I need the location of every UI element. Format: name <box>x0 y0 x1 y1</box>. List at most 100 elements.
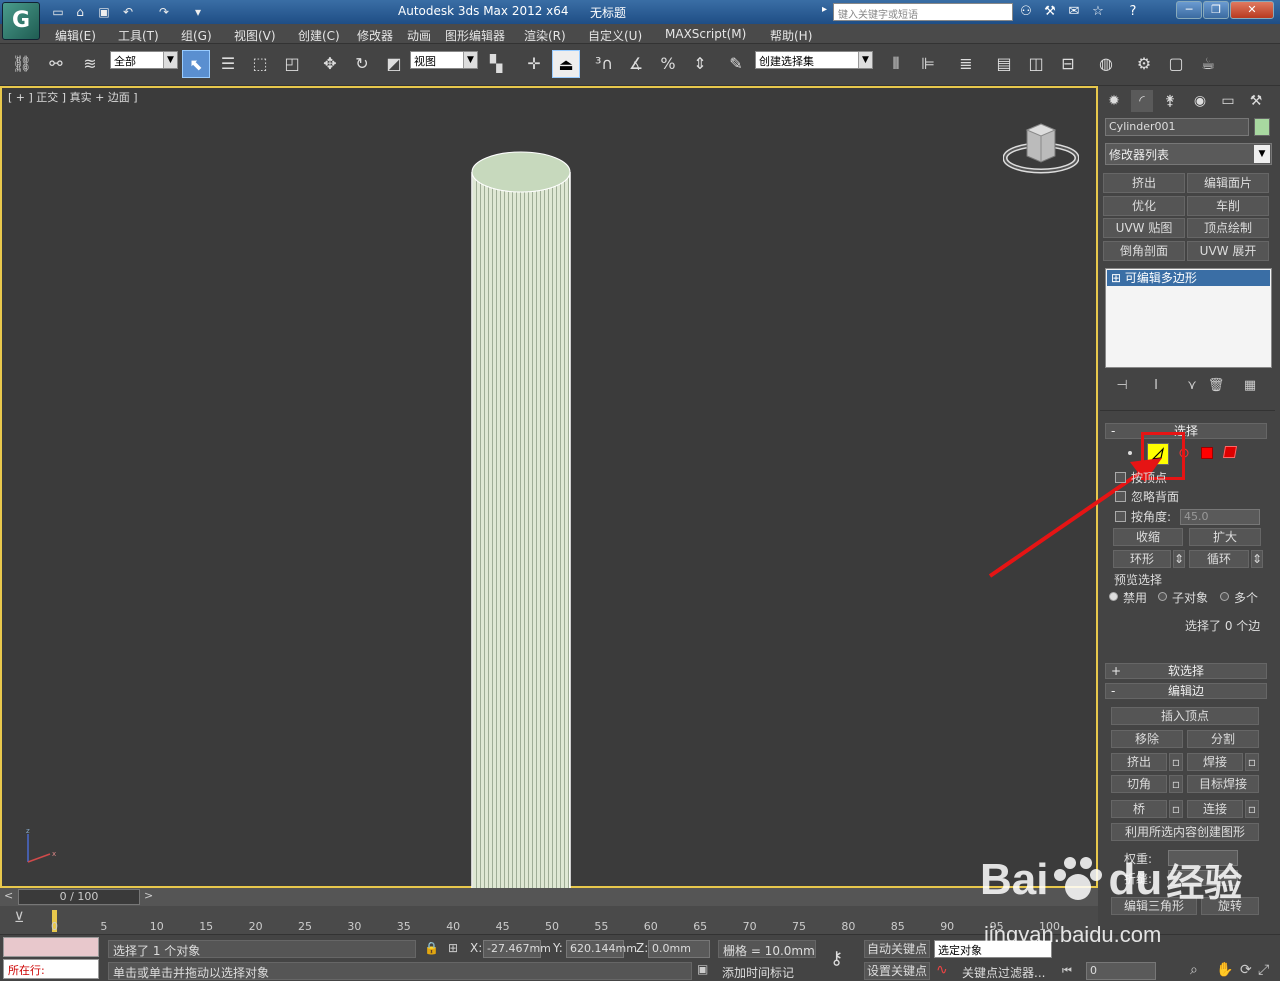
reference-coordinate-select[interactable]: 视图 ▼ <box>410 51 478 69</box>
pin-stack-icon[interactable]: ⊣ <box>1112 376 1132 396</box>
modifier-vertex-paint-button[interactable]: 顶点绘制 <box>1187 218 1269 238</box>
ring-button[interactable]: 环形 <box>1113 550 1171 568</box>
menu-customize[interactable]: 自定义(U) <box>588 27 642 44</box>
by-vertex-checkbox[interactable] <box>1115 472 1126 483</box>
snaps-toggle-icon[interactable]: ³∩ <box>590 50 618 78</box>
select-by-name-icon[interactable]: ☰ <box>214 50 242 78</box>
by-angle-checkbox[interactable] <box>1115 511 1126 522</box>
menu-create[interactable]: 创建(C) <box>298 27 340 44</box>
redo-icon[interactable]: ↷ <box>156 4 172 20</box>
weld-settings-icon[interactable]: ▫ <box>1245 753 1259 771</box>
configure-modifier-sets-icon[interactable]: ▦ <box>1240 376 1260 396</box>
modifier-bevel-profile-button[interactable]: 倒角剖面 <box>1103 241 1185 261</box>
select-and-rotate-icon[interactable]: ↻ <box>348 50 376 78</box>
utilities-tab-icon[interactable]: ⚒ <box>1245 90 1267 112</box>
preview-off-radio[interactable] <box>1109 592 1118 601</box>
set-key-button[interactable]: 设置关键点 <box>864 962 930 980</box>
x-coord-field[interactable]: -27.467mm <box>483 940 551 958</box>
modifier-optimize-button[interactable]: 优化 <box>1103 196 1185 216</box>
maximize-viewport-icon[interactable]: ⤢ <box>1258 962 1269 978</box>
undo-icon[interactable]: ↶ <box>120 4 136 20</box>
subscription-icon[interactable]: ⚒ <box>1041 3 1059 21</box>
spinner-snap-icon[interactable]: ⇕ <box>686 50 714 78</box>
maxscript-line-field[interactable]: 所在行: <box>3 959 99 979</box>
selection-filter-select[interactable]: 全部 ▼ <box>110 51 178 69</box>
named-selection-select[interactable]: 创建选择集 ▼ <box>755 51 873 69</box>
quick-access-dropdown-icon[interactable]: ▾ <box>190 4 206 20</box>
menu-tools[interactable]: 工具(T) <box>118 27 159 44</box>
target-weld-button[interactable]: 目标焊接 <box>1187 775 1259 793</box>
create-shape-button[interactable]: 利用所选内容创建图形 <box>1111 823 1259 841</box>
connect-settings-icon[interactable]: ▫ <box>1245 800 1259 818</box>
hierarchy-tab-icon[interactable]: ⚵ <box>1159 90 1181 112</box>
insert-vertex-button[interactable]: 插入顶点 <box>1111 707 1259 725</box>
modifier-list-select[interactable]: 修改器列表 ▼ <box>1105 143 1272 165</box>
current-frame-field[interactable]: 0 <box>1086 962 1156 980</box>
remove-modifier-icon[interactable]: 🗑 <box>1206 376 1226 396</box>
maxscript-listener-input[interactable] <box>3 937 99 957</box>
app-logo-icon[interactable]: G <box>2 2 40 40</box>
rectangle-selection-icon[interactable]: ⬚ <box>246 50 274 78</box>
y-coord-field[interactable]: 620.144mm <box>566 940 637 958</box>
material-editor-icon[interactable]: ◍ <box>1092 50 1120 78</box>
time-slider-thumb[interactable]: 0 / 100 <box>18 889 140 905</box>
menu-animation[interactable]: 动画 <box>407 27 431 44</box>
zoom-icon[interactable]: ⌕ <box>1190 962 1198 978</box>
ring-spinner[interactable]: ⇕ <box>1173 550 1185 568</box>
maximize-button[interactable]: ❐ <box>1203 1 1229 19</box>
create-tab-icon[interactable]: ✹ <box>1103 90 1125 112</box>
minimize-button[interactable]: ─ <box>1176 1 1202 19</box>
angle-snap-icon[interactable]: ∡ <box>622 50 650 78</box>
close-button[interactable]: ✕ <box>1230 1 1274 19</box>
polygon-mode-icon[interactable] <box>1201 447 1213 459</box>
add-time-tag-button[interactable]: 添加时间标记 <box>722 964 794 981</box>
grow-button[interactable]: 扩大 <box>1189 528 1261 546</box>
select-object-icon[interactable]: ⬉ <box>182 50 210 78</box>
soft-selection-rollout-header[interactable]: + 软选择 <box>1105 663 1267 679</box>
menu-modifiers[interactable]: 修改器 <box>357 27 393 44</box>
split-button[interactable]: 分割 <box>1187 730 1259 748</box>
rendered-frame-window-icon[interactable]: ▢ <box>1162 50 1190 78</box>
graphite-ribbon-icon[interactable]: ▤ <box>990 50 1018 78</box>
chamfer-settings-icon[interactable]: ▫ <box>1169 775 1183 793</box>
expand-icon[interactable]: ⊞ <box>1111 271 1125 285</box>
select-and-manipulate-icon[interactable]: ✛ <box>520 50 548 78</box>
lock-icon[interactable]: 🔒 <box>424 941 439 955</box>
cylinder-object[interactable] <box>460 140 584 888</box>
time-next-icon[interactable]: > <box>144 889 153 902</box>
preview-multi-radio[interactable] <box>1220 592 1229 601</box>
menu-rendering[interactable]: 渲染(R) <box>524 27 566 44</box>
select-and-move-icon[interactable]: ✥ <box>316 50 344 78</box>
modifier-edit-patch-button[interactable]: 编辑面片 <box>1187 173 1269 193</box>
viewport-label[interactable]: [ + ] 正交 ] 真实 + 边面 ] <box>8 89 138 105</box>
chamfer-button[interactable]: 切角 <box>1111 775 1167 793</box>
orbit-icon[interactable]: ⟳ <box>1240 962 1252 978</box>
curve-editor-icon[interactable]: ◫ <box>1022 50 1050 78</box>
unlink-icon[interactable]: ⚯ <box>42 50 70 78</box>
curve-editor-mini-icon[interactable]: ⊻ <box>14 910 24 926</box>
favorites-icon[interactable]: ☆ <box>1089 3 1107 21</box>
modifier-uvw-map-button[interactable]: UVW 贴图 <box>1103 218 1185 238</box>
communication-icon[interactable]: ✉ <box>1065 3 1083 21</box>
pan-icon[interactable]: ✋ <box>1216 962 1233 978</box>
key-filters-button[interactable]: 关键点过滤器... <box>962 964 1045 981</box>
render-production-icon[interactable]: ☕ <box>1194 50 1222 78</box>
new-file-icon[interactable]: ▭ <box>50 4 66 20</box>
pivot-point-icon[interactable]: ▚ <box>482 50 510 78</box>
selection-rollout-header[interactable]: - 选择 <box>1105 423 1267 439</box>
menu-maxscript[interactable]: MAXScript(M) <box>665 27 746 41</box>
select-and-link-icon[interactable]: ⛓ <box>8 50 36 78</box>
stack-item-editable-poly[interactable]: ⊞ 可编辑多边形 <box>1107 270 1270 286</box>
angle-spinner[interactable]: 45.0 <box>1180 509 1260 525</box>
select-and-scale-icon[interactable]: ◩ <box>380 50 408 78</box>
save-icon[interactable]: ▣ <box>96 4 112 20</box>
help-icon[interactable]: ? <box>1124 3 1142 21</box>
search-expand-icon[interactable]: ▸ <box>822 4 827 15</box>
menu-group[interactable]: 组(G) <box>181 27 212 44</box>
edit-named-selection-icon[interactable]: ✎ <box>722 50 750 78</box>
edit-edges-rollout-header[interactable]: - 编辑边 <box>1105 683 1267 699</box>
search-input[interactable]: 键入关键字或短语 <box>833 3 1013 21</box>
motion-tab-icon[interactable]: ◉ <box>1189 90 1211 112</box>
percent-snap-icon[interactable]: % <box>654 50 682 78</box>
bridge-settings-icon[interactable]: ▫ <box>1169 800 1183 818</box>
